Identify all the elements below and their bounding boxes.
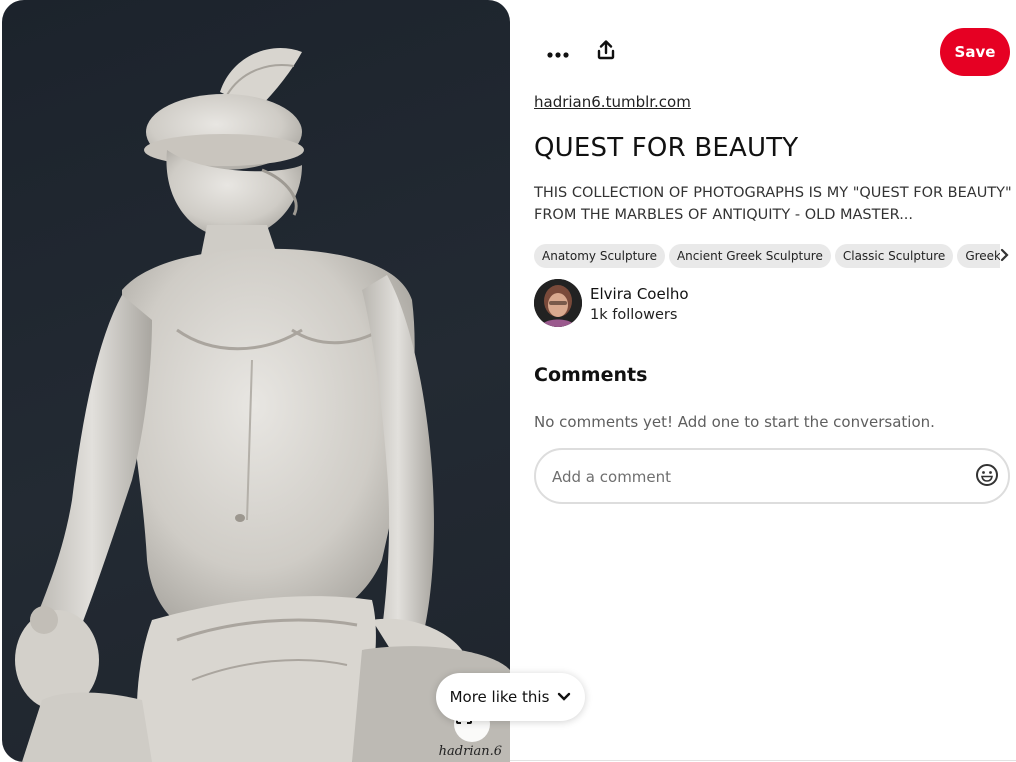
more-like-this-button[interactable]: More like this <box>436 673 585 721</box>
creator-followers: 1k followers <box>590 307 678 323</box>
share-icon <box>597 40 615 64</box>
emoji-button[interactable] <box>974 464 1000 490</box>
avatar[interactable] <box>534 279 582 327</box>
divider <box>510 760 1016 761</box>
more-options-button[interactable] <box>540 34 576 70</box>
creator-info: Elvira Coelho 1k followers <box>534 279 834 329</box>
pin-image[interactable]: hadrian.6 <box>2 0 510 762</box>
tag-anatomy-sculpture[interactable]: Anatomy Sculpture <box>534 244 665 268</box>
comment-input[interactable] <box>552 462 972 492</box>
comments-heading: Comments <box>534 364 648 386</box>
pin-toolbar: Save <box>534 28 1010 76</box>
share-button[interactable] <box>588 34 624 70</box>
ellipsis-icon <box>547 43 569 62</box>
more-like-this-label: More like this <box>449 688 550 706</box>
pin-title: QUEST FOR BEAUTY <box>534 133 799 163</box>
smiley-icon <box>975 463 999 491</box>
statue-illustration <box>15 47 510 762</box>
creator-name[interactable]: Elvira Coelho <box>590 285 689 303</box>
source-link[interactable]: hadrian6.tumblr.com <box>534 93 691 111</box>
save-button[interactable]: Save <box>940 28 1010 76</box>
tag-greek-statue[interactable]: Greek Statue <box>957 244 1000 268</box>
tag-classic-sculpture[interactable]: Classic Sculpture <box>834 244 954 268</box>
image-watermark: hadrian.6 <box>438 744 502 759</box>
no-comments-text: No comments yet! Add one to start the co… <box>534 413 935 431</box>
chevron-down-icon <box>557 688 571 706</box>
chevron-right-icon <box>1000 247 1009 266</box>
tag-list: Anatomy Sculpture Ancient Greek Sculpture… <box>534 244 1000 268</box>
comment-box <box>534 448 1010 504</box>
pin-description: THIS COLLECTION OF PHOTOGRAPHS IS MY "QU… <box>534 185 1012 223</box>
tags-next-button[interactable] <box>996 246 1012 266</box>
tag-ancient-greek-sculpture[interactable]: Ancient Greek Sculpture <box>668 244 831 268</box>
